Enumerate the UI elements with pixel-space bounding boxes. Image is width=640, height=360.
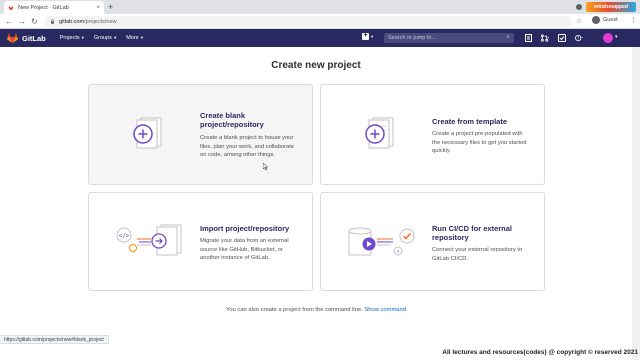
gitlab-favicon-icon [8,5,14,10]
bookmark-star-icon[interactable]: ☆ [576,17,582,25]
card-import-title: Import project/repository [200,224,289,233]
cicd-illustration-icon: » [348,227,415,256]
card-create-from-template[interactable]: Create from template Create a project pr… [320,84,545,185]
mouse-pointer-icon [263,163,269,170]
desc-line: Migrate your data from an external [200,238,289,244]
page-scrollbar[interactable] [632,47,640,360]
browser-tabstrip: New Project · GitLab × + mindsmapped [0,0,640,14]
title-line: Create from template [432,117,508,126]
status-bar-url: https://gitlab.com/projects/new#blank_pr… [0,335,109,344]
brand-logo: mindsmapped [586,2,636,12]
issues-icon[interactable] [524,33,532,42]
card-template-description: Create a project pre-populated with the … [432,130,526,156]
card-cicd-title: Run CI/CD for external repository [432,224,512,242]
user-avatar[interactable] [603,33,613,43]
menu-groups[interactable]: Groups ▾ [94,35,116,41]
gitlab-navbar: GitLab Projects ▾ Groups ▾ More ▾ + ▾ Searc… [0,29,640,47]
lock-icon [51,19,54,24]
title-line: Run CI/CD for external [432,224,513,233]
import-illustration-icon: </> [116,224,182,256]
card-template-title: Create from template [432,117,507,126]
desc-line: another instance of GitLab. [200,255,270,261]
copyright-watermark: All lectures and resources(codes) @ copy… [442,349,638,356]
chevron-down-icon: ▾ [113,35,117,40]
close-tab-icon[interactable]: × [96,5,100,11]
card-blank-project-description: Create a blank project to house your fil… [200,134,294,160]
page-title: Create new project [271,60,361,71]
title-line: project/repository [200,120,264,129]
desc-line: Create a project pre-populated with [432,131,523,137]
browser-tab[interactable]: New Project · GitLab × [4,1,104,14]
chevron-down-icon: ▾ [140,35,143,40]
card-cicd-description: Connect your external repository to GitL… [432,246,522,263]
help-icon[interactable]: ? [575,33,583,42]
browser-menu-icon[interactable]: ⋮ [630,16,637,24]
chevron-down-icon: ▾ [81,35,84,40]
browser-toolbar: ← → ↻ gitlab.com/projects/new ☆ Guest ⋮ [0,14,640,29]
desc-line: the necessary files to get you started [432,139,527,146]
forward-icon[interactable]: → [18,17,26,26]
menu-projects[interactable]: Projects ▾ [60,35,84,41]
card-import-project[interactable]: </> Import project/repository Migrate yo… [88,192,313,291]
title-line: Import project/repository [200,224,290,233]
window-controls: mindsmapped [576,2,636,12]
command-line-hint: You can also create a project from the c… [0,307,632,313]
address-bar[interactable]: gitlab.com/projects/new [44,16,572,27]
svg-text:</>: </> [119,233,130,240]
gitlab-logo-icon [7,33,18,43]
profile-button[interactable]: Guest [592,16,618,24]
url-path: /projects/new [84,18,117,25]
navbar-shortcuts: ? [524,33,583,42]
merge-requests-icon[interactable] [541,33,549,42]
gitlab-brand-text: GitLab [22,33,46,43]
desc-line: source like GitHub, Bitbucket, or [200,246,283,253]
new-dropdown-button[interactable]: + ▾ [362,32,374,40]
desc-line: Create a blank project to house your [200,135,294,141]
reload-icon[interactable]: ↻ [31,17,38,26]
plus-square-icon: + [362,32,369,40]
new-tab-button[interactable]: + [108,2,113,12]
todos-icon[interactable] [558,33,566,42]
extension-icon[interactable] [576,4,582,10]
card-import-description: Migrate your data from an external sourc… [200,237,289,263]
chevron-down-icon[interactable]: ▾ [615,34,618,40]
url-domain: gitlab.com [59,18,85,25]
browser-tab-title: New Project · GitLab [18,4,69,11]
profile-icon [592,16,600,24]
chevron-down-icon: ▾ [371,33,374,39]
title-line: repository [432,233,469,242]
desc-line: files, plan your work, and collaborate [200,143,295,150]
desc-line: Connect your external repository to [432,247,523,253]
desc-line: on code, among other things. [200,152,276,158]
profile-label: Guest [603,17,618,23]
search-icon: ⌕ [506,34,510,40]
card-run-cicd[interactable]: » Run CI/CD for external repository Conn… [320,192,545,291]
svg-text:?: ? [577,35,579,40]
svg-text:»: » [396,249,399,255]
card-blank-project[interactable]: Create blank project/repository Create a… [88,84,313,185]
template-illustration-icon [365,117,394,149]
back-icon[interactable]: ← [5,17,13,26]
search-input[interactable]: Search or jump to... ⌕ [384,33,514,43]
menu-more-label: More [126,35,139,41]
menu-more[interactable]: More ▾ [126,35,143,41]
card-blank-project-title: Create blank project/repository [200,111,264,129]
gitlab-home-link[interactable]: GitLab [7,33,46,43]
show-command-link[interactable]: Show command [364,307,406,313]
main-menu: Projects ▾ Groups ▾ More ▾ [60,35,143,41]
menu-projects-label: Projects [59,35,80,41]
menu-groups-label: Groups [93,35,112,41]
title-line: Create blank [200,111,246,120]
blank-project-illustration-icon [133,117,162,149]
desc-line: quickly. [432,148,451,154]
command-line-hint-text: You can also create a project from the c… [226,307,363,313]
search-placeholder: Search or jump to... [388,35,436,41]
desc-line: GitLab CI/CD. [432,255,469,262]
